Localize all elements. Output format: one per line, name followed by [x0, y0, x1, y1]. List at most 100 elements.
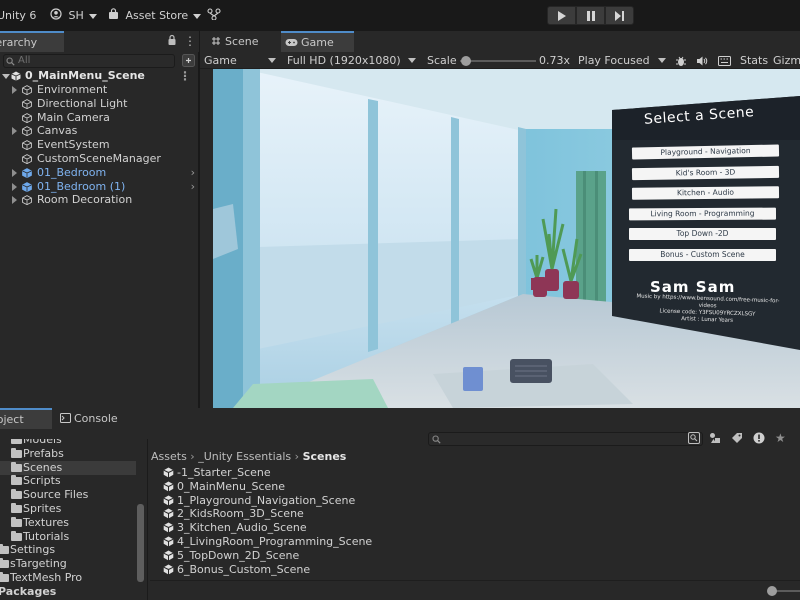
folder-item[interactable]: Scripts: [0, 474, 147, 488]
expand-arrow-icon[interactable]: [12, 168, 17, 177]
project-search-input[interactable]: [428, 432, 703, 446]
hierarchy-item[interactable]: CustomSceneManager: [0, 152, 199, 166]
label-tag-icon[interactable]: [731, 432, 743, 447]
folder-item[interactable]: TextMesh Pro: [0, 571, 147, 585]
asset-label: 0_MainMenu_Scene: [177, 479, 285, 493]
speaker-icon[interactable]: [696, 52, 708, 69]
chevron-down-icon: [658, 58, 666, 63]
expand-arrow-icon[interactable]: [12, 127, 17, 136]
play-button[interactable]: [547, 6, 576, 25]
step-icon: [615, 10, 624, 21]
scene-select-button[interactable]: Bonus - Custom Scene: [629, 248, 776, 261]
unity-scene-icon: [163, 550, 174, 561]
hierarchy-item[interactable]: Canvas: [0, 124, 199, 138]
icon-size-slider-track[interactable]: [774, 590, 800, 592]
keyboard-icon[interactable]: [718, 52, 731, 69]
folder-icon: [11, 439, 22, 444]
warning-icon[interactable]: [753, 432, 765, 447]
hierarchy-item[interactable]: 01_Bedroom ›: [0, 166, 199, 180]
packages-folder[interactable]: Packages: [0, 585, 147, 599]
project-tab-label: Project: [0, 413, 24, 426]
folder-label: Source Files: [23, 488, 89, 502]
stats-toggle[interactable]: Stats: [740, 52, 768, 69]
scene-select-button[interactable]: Top Down -2D: [629, 228, 776, 240]
display-dropdown[interactable]: Game: [204, 52, 278, 69]
expand-arrow-icon[interactable]: [12, 182, 17, 191]
tab-game[interactable]: Game: [281, 31, 354, 52]
favorite-star-icon[interactable]: ★: [775, 431, 786, 445]
scene-select-button[interactable]: Kitchen - Audio: [631, 186, 780, 200]
tab-project[interactable]: Project: [0, 408, 52, 429]
hierarchy-item[interactable]: Room Decoration: [0, 193, 199, 207]
folder-icon: [0, 572, 9, 582]
scale-slider-handle[interactable]: [460, 56, 471, 66]
hierarchy-item[interactable]: Environment: [0, 83, 199, 97]
hierarchy-item-label: Main Camera: [37, 110, 110, 124]
icon-size-slider-handle[interactable]: [767, 586, 777, 596]
expand-arrow-icon[interactable]: [12, 196, 17, 205]
hierarchy-item[interactable]: 01_Bedroom (1) ›: [0, 180, 199, 194]
asset-label: -1_Starter_Scene: [177, 466, 271, 479]
asset-label: 6_Bonus_Custom_Scene: [177, 562, 311, 576]
account-label: SH: [68, 9, 84, 22]
scene-select-button[interactable]: Living Room - Programming: [628, 207, 777, 220]
tab-scene[interactable]: Scene: [207, 31, 281, 52]
kebab-menu-icon[interactable]: ⋮: [184, 33, 196, 49]
chevron-right-icon[interactable]: ›: [191, 180, 195, 194]
bug-icon[interactable]: [675, 52, 687, 69]
asset-store-dropdown[interactable]: Asset Store: [108, 7, 202, 24]
create-object-icon[interactable]: [182, 54, 195, 70]
hierarchy-item[interactable]: Directional Light: [0, 97, 199, 111]
project-footer: [150, 580, 800, 600]
tab-hierarchy[interactable]: Hierarchy: [0, 31, 64, 52]
gizmos-toggle[interactable]: Gizmos: [773, 52, 800, 69]
kebab-menu-icon[interactable]: ⋮: [179, 69, 191, 83]
breadcrumb-item[interactable]: _Unity Essentials: [198, 450, 291, 463]
tab-console[interactable]: Console: [56, 408, 126, 429]
breadcrumb-item[interactable]: Assets: [151, 450, 187, 463]
account-dropdown[interactable]: SH: [50, 7, 97, 24]
resolution-dropdown[interactable]: Full HD (1920x1080): [287, 52, 418, 69]
version-control-button[interactable]: [207, 7, 221, 24]
folder-item[interactable]: Tutorials: [0, 530, 147, 544]
scene-select-menu: Select a Scene Playground - Navigation Ki…: [612, 96, 800, 350]
pause-button[interactable]: [576, 6, 605, 25]
main-toolbar: Unity 6 SH Asset Store: [0, 0, 800, 31]
lock-icon[interactable]: [167, 34, 177, 49]
folder-item[interactable]: Models: [0, 439, 147, 447]
folder-item[interactable]: Textures: [0, 516, 147, 530]
folder-tree-scrollbar[interactable]: [137, 504, 144, 582]
scene-select-button[interactable]: Kid's Room - 3D: [631, 165, 780, 180]
unity-app-menu[interactable]: Unity 6: [0, 7, 36, 24]
hierarchy-item[interactable]: EventSystem: [0, 138, 199, 152]
hierarchy-item[interactable]: Main Camera: [0, 111, 199, 125]
pause-icon: [586, 10, 595, 21]
play-mode-dropdown[interactable]: Play Focused: [578, 52, 668, 69]
app-name: Unity 6: [0, 9, 37, 22]
folder-label: Scripts: [23, 474, 61, 488]
folder-item[interactable]: Settings: [0, 543, 147, 557]
step-button[interactable]: [605, 6, 634, 25]
hierarchy-tab-label: Hierarchy: [0, 36, 38, 49]
chevron-down-icon: [408, 58, 416, 63]
play-icon: [557, 10, 566, 21]
expand-arrow-icon[interactable]: [12, 86, 17, 94]
folder-item[interactable]: sTargeting: [0, 557, 147, 571]
expand-arrow-icon[interactable]: [2, 74, 10, 79]
hierarchy-item-label: EventSystem: [37, 138, 110, 152]
gameobject-cube-icon: [22, 154, 32, 164]
folder-item[interactable]: Scenes: [0, 460, 136, 475]
folder-icon: [11, 516, 22, 527]
folder-item[interactable]: Prefabs: [0, 447, 147, 461]
breadcrumb-item[interactable]: Scenes: [303, 450, 347, 463]
search-by-type-icon[interactable]: [688, 432, 700, 447]
folder-label: Settings: [10, 543, 56, 557]
hierarchy-search-input[interactable]: All: [3, 54, 175, 68]
scale-slider-track[interactable]: [460, 60, 536, 62]
chevron-right-icon[interactable]: ›: [191, 166, 195, 180]
scene-root-row[interactable]: 0_MainMenu_Scene ⋮: [0, 69, 199, 83]
filter-type-icon[interactable]: [709, 432, 721, 447]
folder-item[interactable]: Source Files: [0, 488, 147, 502]
folder-item[interactable]: Sprites: [0, 502, 147, 516]
folder-label: TextMesh Pro: [10, 571, 83, 584]
